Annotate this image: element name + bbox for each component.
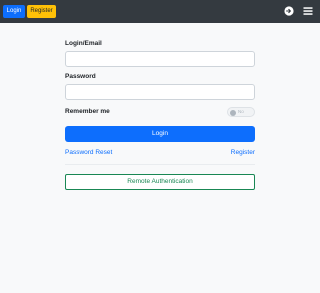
top-navbar: Login Register: [0, 0, 320, 23]
login-submit-button[interactable]: Login: [65, 126, 255, 142]
login-nav-button[interactable]: Login: [3, 5, 25, 18]
remember-me-toggle[interactable]: No: [227, 107, 255, 117]
remote-authentication-button[interactable]: Remote Authentication: [65, 174, 255, 190]
register-nav-button[interactable]: Register: [27, 5, 56, 18]
register-link[interactable]: Register: [231, 149, 255, 156]
password-label: Password: [65, 73, 96, 80]
menu-icon[interactable]: [303, 6, 313, 16]
toggle-knob: [230, 109, 236, 116]
remember-me-label: Remember me: [65, 108, 110, 115]
divider: [65, 164, 255, 165]
password-input[interactable]: [65, 84, 255, 100]
sign-in-icon[interactable]: [284, 6, 294, 16]
login-email-input[interactable]: [65, 51, 255, 67]
toggle-state-label: No: [238, 109, 244, 114]
login-email-label: Login/Email: [65, 40, 102, 47]
password-reset-link[interactable]: Password Reset: [65, 149, 112, 156]
